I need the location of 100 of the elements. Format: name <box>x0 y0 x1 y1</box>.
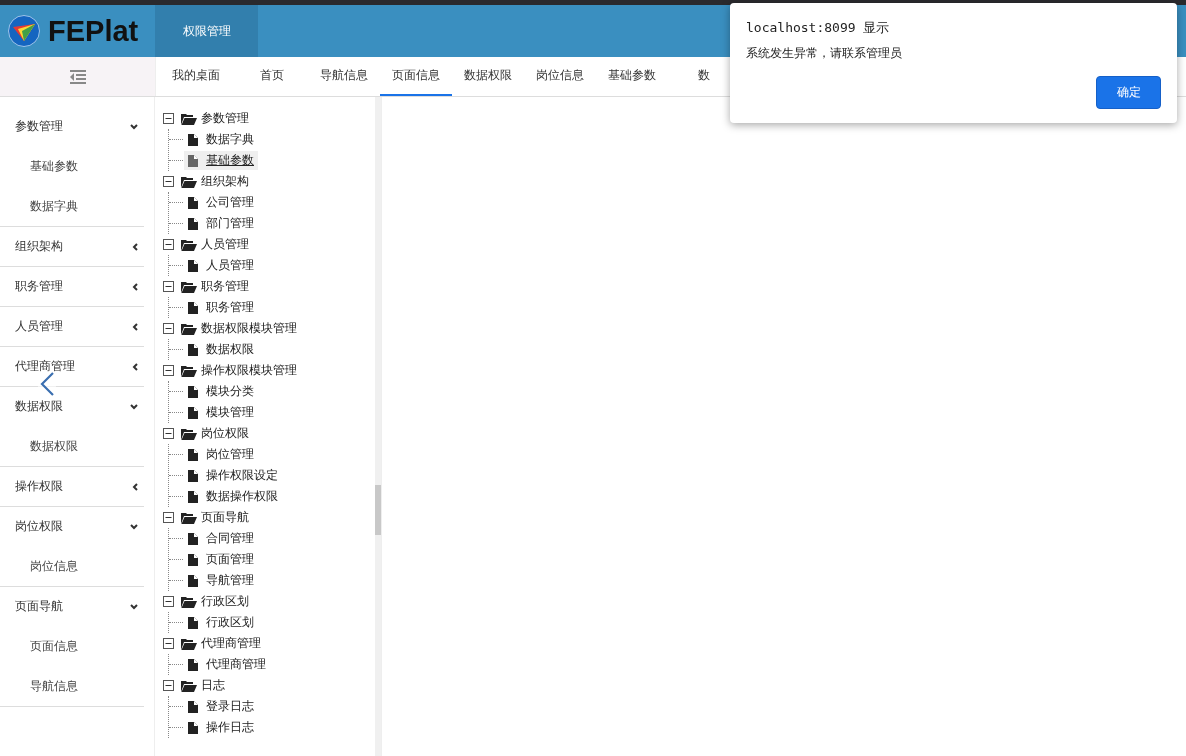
collapse-toggle[interactable] <box>163 512 174 523</box>
tree-leaf[interactable]: 部门管理 <box>184 214 258 233</box>
tree-node[interactable]: 职务管理 <box>201 278 249 295</box>
chevron-down-icon <box>130 123 138 130</box>
sidebar-item[interactable]: 数据字典 <box>0 186 144 226</box>
document-icon <box>188 574 198 587</box>
menu-collapse-icon[interactable] <box>69 69 86 84</box>
tree-leaf[interactable]: 模块分类 <box>184 382 258 401</box>
tree-leaf[interactable]: 代理商管理 <box>184 655 270 674</box>
sidebar-group[interactable]: 代理商管理 <box>0 347 144 386</box>
page-tab[interactable]: 数据权限 <box>452 57 524 96</box>
tree-leaf[interactable]: 行政区划 <box>184 613 258 632</box>
tree-leaf[interactable]: 人员管理 <box>184 256 258 275</box>
document-icon <box>188 406 198 419</box>
collapse-toggle[interactable] <box>163 680 174 691</box>
ok-button[interactable]: 确定 <box>1096 76 1161 109</box>
document-icon <box>188 385 198 398</box>
folder-icon <box>181 679 197 692</box>
page-tab[interactable]: 数 <box>668 57 740 96</box>
tree-leaf[interactable]: 登录日志 <box>184 697 258 716</box>
tree-leaf[interactable]: 数据操作权限 <box>184 487 282 506</box>
sidebar-item[interactable]: 岗位信息 <box>0 546 144 586</box>
document-icon <box>188 658 198 671</box>
page-tab[interactable]: 首页 <box>236 57 308 96</box>
tree-node[interactable]: 人员管理 <box>201 236 249 253</box>
document-icon <box>188 301 198 314</box>
tree-leaf[interactable]: 导航管理 <box>184 571 258 590</box>
tree-node[interactable]: 数据权限模块管理 <box>201 320 297 337</box>
sidebar-group[interactable]: 组织架构 <box>0 227 144 266</box>
logo-text: FEPlat <box>48 14 139 48</box>
sidebar-item[interactable]: 导航信息 <box>0 666 144 706</box>
tree-leaf[interactable]: 模块管理 <box>184 403 258 422</box>
document-icon <box>188 532 198 545</box>
tree-node[interactable]: 岗位权限 <box>201 425 249 442</box>
document-icon <box>188 553 198 566</box>
folder-icon <box>181 595 197 608</box>
collapse-toggle[interactable] <box>163 281 174 292</box>
folder-icon <box>181 637 197 650</box>
module-tab[interactable]: 权限管理 <box>155 5 258 57</box>
document-icon <box>188 343 198 356</box>
sidebar-group[interactable]: 职务管理 <box>0 267 144 306</box>
document-icon <box>188 196 198 209</box>
page-tab[interactable]: 我的桌面 <box>156 57 236 96</box>
page-tab[interactable]: 页面信息 <box>380 57 452 96</box>
folder-icon <box>181 511 197 524</box>
sidebar-group[interactable]: 人员管理 <box>0 307 144 346</box>
tree-leaf[interactable]: 公司管理 <box>184 193 258 212</box>
tree-leaf[interactable]: 数据字典 <box>184 130 258 149</box>
tree-leaf[interactable]: 岗位管理 <box>184 445 258 464</box>
collapse-toggle[interactable] <box>163 638 174 649</box>
tree-leaf[interactable]: 合同管理 <box>184 529 258 548</box>
document-icon <box>188 133 198 146</box>
sidebar-group[interactable]: 参数管理 <box>0 107 144 146</box>
tree-node[interactable]: 操作权限模块管理 <box>201 362 297 379</box>
chevron-down-icon <box>130 403 138 410</box>
document-icon <box>188 616 198 629</box>
dialog-title: localhost:8099 显示 <box>746 19 891 37</box>
chevron-down-icon <box>130 523 138 530</box>
dialog-message: 系统发生异常，请联系管理员 <box>746 45 903 62</box>
collapse-toggle[interactable] <box>163 176 174 187</box>
page-tab[interactable]: 基础参数 <box>596 57 668 96</box>
page-tab[interactable]: 岗位信息 <box>524 57 596 96</box>
tree-node[interactable]: 页面导航 <box>201 509 249 526</box>
document-icon <box>188 700 198 713</box>
sidebar-group[interactable]: 页面导航 <box>0 587 144 626</box>
tree-leaf[interactable]: 页面管理 <box>184 550 258 569</box>
document-icon <box>188 469 198 482</box>
collapse-toggle[interactable] <box>163 239 174 250</box>
sidebar-item[interactable]: 页面信息 <box>0 626 144 666</box>
sidebar-group[interactable]: 操作权限 <box>0 467 144 506</box>
folder-icon <box>181 238 197 251</box>
chevron-down-icon <box>130 603 138 610</box>
collapse-toggle[interactable] <box>163 323 174 334</box>
tree-node[interactable]: 组织架构 <box>201 173 249 190</box>
folder-icon <box>181 112 197 125</box>
collapse-toggle[interactable] <box>163 113 174 124</box>
folder-icon <box>181 427 197 440</box>
tree-leaf[interactable]: 数据权限 <box>184 340 258 359</box>
tree-node[interactable]: 代理商管理 <box>201 635 261 652</box>
sidebar-item[interactable]: 基础参数 <box>0 146 144 186</box>
collapse-toggle[interactable] <box>163 428 174 439</box>
document-icon <box>188 448 198 461</box>
tree-node[interactable]: 参数管理 <box>201 110 249 127</box>
sidebar-group[interactable]: 数据权限 <box>0 387 144 426</box>
tree-leaf[interactable]: 操作日志 <box>184 718 258 737</box>
collapse-toggle[interactable] <box>163 596 174 607</box>
folder-icon <box>181 322 197 335</box>
chevron-left-icon <box>132 282 138 291</box>
collapse-toggle[interactable] <box>163 365 174 376</box>
tree-leaf[interactable]: 职务管理 <box>184 298 258 317</box>
document-icon <box>188 259 198 272</box>
page-tab[interactable]: 导航信息 <box>308 57 380 96</box>
document-icon <box>188 154 198 167</box>
tree-leaf[interactable]: 操作权限设定 <box>184 466 282 485</box>
sidebar-group[interactable]: 岗位权限 <box>0 507 144 546</box>
chevron-left-icon <box>132 242 138 251</box>
tree-node[interactable]: 日志 <box>201 677 225 694</box>
sidebar-item[interactable]: 数据权限 <box>0 426 144 466</box>
tree-node[interactable]: 行政区划 <box>201 593 249 610</box>
chevron-left-icon <box>132 322 138 331</box>
